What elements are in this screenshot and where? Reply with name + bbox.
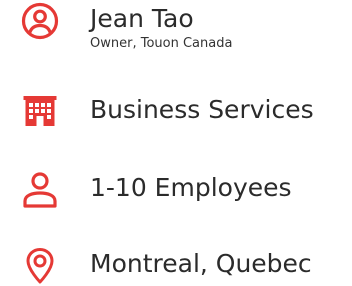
location-label: Montreal, Quebec	[90, 249, 312, 278]
location-pin-icon	[20, 246, 60, 286]
industry-label: Business Services	[90, 95, 314, 124]
building-icon	[20, 92, 60, 132]
company-size-label: 1-10 Employees	[90, 173, 292, 202]
person-icon	[20, 171, 60, 211]
owner-name: Jean Tao	[90, 4, 194, 33]
owner-title: Owner, Touon Canada	[90, 36, 233, 51]
account-circle-icon	[20, 1, 60, 41]
